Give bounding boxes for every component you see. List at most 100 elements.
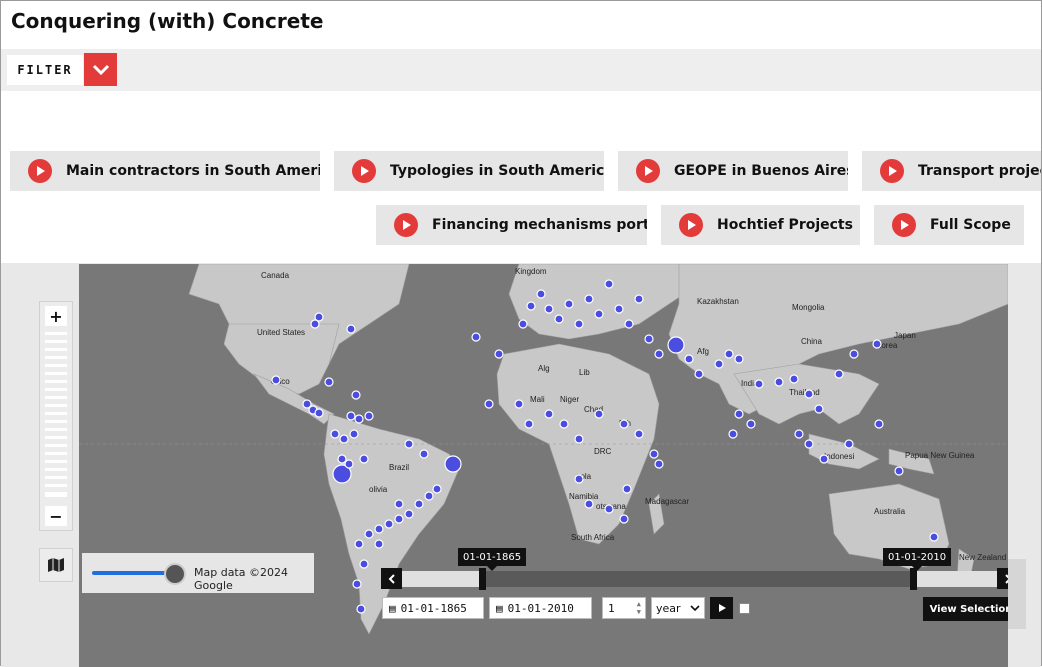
chevron-left-icon bbox=[388, 573, 395, 584]
zoom-level-tick[interactable] bbox=[45, 484, 67, 487]
zoom-level-tick[interactable] bbox=[45, 476, 67, 479]
calendar-icon: ▤ bbox=[496, 601, 503, 615]
filter-toggle-button[interactable] bbox=[84, 53, 117, 86]
zoom-in-button[interactable]: + bbox=[45, 306, 67, 326]
timeline-end-label: 01-01-2010 bbox=[883, 548, 952, 571]
map-label-thailand: Thailand bbox=[789, 388, 820, 397]
end-date-value: 01-01-2010 bbox=[507, 601, 574, 615]
start-date-input[interactable]: ▤ 01-01-1865 bbox=[382, 597, 484, 619]
map-label-madagascar: Madagascar bbox=[645, 497, 689, 506]
spinner-arrows-icon[interactable]: ▲ ▼ bbox=[637, 600, 641, 616]
story-label: GEOPE in Buenos Aires bbox=[674, 163, 848, 179]
zoom-level-tick[interactable] bbox=[45, 356, 67, 359]
play-icon bbox=[636, 159, 660, 183]
map-label-niger: Niger bbox=[560, 395, 579, 404]
step-unit-select[interactable]: year bbox=[651, 597, 705, 619]
step-unit-value: year bbox=[656, 601, 681, 615]
map-label-algeria: Alg bbox=[538, 364, 550, 373]
zoom-level-tick[interactable] bbox=[45, 412, 67, 415]
opacity-slider-track[interactable] bbox=[92, 571, 174, 575]
map-label-south-africa: South Africa bbox=[571, 533, 615, 542]
play-icon bbox=[679, 213, 703, 237]
zoom-level-tick[interactable] bbox=[45, 364, 67, 367]
step-value-input[interactable]: 1 ▲ ▼ bbox=[602, 597, 646, 619]
map-label-afghanistan: Afg bbox=[697, 347, 709, 356]
map-label-drc: DRC bbox=[594, 447, 612, 456]
play-icon bbox=[718, 604, 726, 612]
map-label-kingdom: Kingdom bbox=[515, 267, 547, 276]
story-label: Main contractors in South America bbox=[66, 163, 320, 179]
zoom-level-current[interactable] bbox=[45, 492, 67, 497]
map-label-canada: Canada bbox=[261, 271, 290, 280]
timeline-selected-range[interactable] bbox=[482, 571, 914, 587]
map-icon bbox=[48, 558, 64, 572]
loop-checkbox[interactable] bbox=[739, 603, 750, 614]
zoom-level-tick[interactable] bbox=[45, 380, 67, 383]
story-button-hochtief[interactable]: Hochtief Projects bbox=[661, 205, 860, 245]
map-label-bolivia: olivia bbox=[369, 485, 388, 494]
map-label-brazil: Brazil bbox=[389, 463, 409, 472]
map-layers-button[interactable] bbox=[39, 548, 73, 582]
zoom-level-tick[interactable] bbox=[45, 348, 67, 351]
play-icon bbox=[394, 213, 418, 237]
map-label-kazakhstan: Kazakhstan bbox=[697, 297, 739, 306]
step-value: 1 bbox=[608, 601, 615, 615]
story-button-transport[interactable]: Transport projects bbox=[862, 151, 1041, 191]
zoom-level-tick[interactable] bbox=[45, 444, 67, 447]
zoom-level-tick[interactable] bbox=[45, 420, 67, 423]
map-label-mali: Mali bbox=[530, 395, 545, 404]
chevron-down-icon bbox=[92, 64, 109, 75]
side-panel-edge bbox=[1008, 559, 1026, 629]
zoom-level-tick[interactable] bbox=[45, 452, 67, 455]
map-label-indonesia: Indonesi bbox=[824, 452, 854, 461]
timeline-slider bbox=[381, 568, 1018, 590]
zoom-level-tick[interactable] bbox=[45, 468, 67, 471]
story-label: Transport projects bbox=[918, 163, 1041, 179]
play-icon bbox=[28, 159, 52, 183]
zoom-level-tick[interactable] bbox=[45, 428, 67, 431]
map-label-papua: Papua New Guinea bbox=[905, 451, 975, 460]
map-label-mongolia: Mongolia bbox=[792, 303, 825, 312]
play-icon bbox=[892, 213, 916, 237]
story-button-typologies[interactable]: Typologies in South America bbox=[334, 151, 604, 191]
zoom-level-tick[interactable] bbox=[45, 332, 67, 335]
map-label-new-zealand: New Zealand bbox=[959, 553, 1006, 562]
play-icon bbox=[352, 159, 376, 183]
zoom-level-tick[interactable] bbox=[45, 396, 67, 399]
timeline-prev-button[interactable] bbox=[381, 568, 402, 589]
zoom-out-button[interactable]: − bbox=[45, 506, 67, 526]
zoom-level-tick[interactable] bbox=[45, 388, 67, 391]
story-button-geope[interactable]: GEOPE in Buenos Aires bbox=[618, 151, 848, 191]
map-credit: Map data ©2024 Google bbox=[194, 566, 288, 592]
story-label: Hochtief Projects bbox=[717, 217, 853, 233]
story-button-main-contractors[interactable]: Main contractors in South America bbox=[10, 151, 320, 191]
calendar-icon: ▤ bbox=[389, 601, 396, 615]
story-label: Financing mechanisms ports bbox=[432, 217, 647, 233]
zoom-level-tick[interactable] bbox=[45, 340, 67, 343]
zoom-level-tick[interactable] bbox=[45, 372, 67, 375]
end-date-input[interactable]: ▤ 01-01-2010 bbox=[489, 597, 592, 619]
zoom-control: + − bbox=[39, 301, 73, 531]
story-button-full-scope[interactable]: Full Scope bbox=[874, 205, 1024, 245]
timeline-end-handle[interactable] bbox=[910, 568, 917, 590]
filter-label: FILTER bbox=[7, 55, 83, 85]
timeline-play-button[interactable] bbox=[710, 597, 733, 619]
map-label-libya: Lib bbox=[579, 368, 590, 377]
story-label: Typologies in South America bbox=[390, 163, 604, 179]
filter-bar: FILTER bbox=[1, 49, 1041, 91]
zoom-level-tick[interactable] bbox=[45, 460, 67, 463]
story-button-financing[interactable]: Financing mechanisms ports bbox=[376, 205, 647, 245]
opacity-slider-handle[interactable] bbox=[164, 563, 186, 585]
zoom-level-tick[interactable] bbox=[45, 404, 67, 407]
view-selection-button[interactable]: View Selection bbox=[923, 597, 1019, 621]
zoom-level-tick[interactable] bbox=[45, 436, 67, 439]
page-title: Conquering (with) Concrete bbox=[11, 9, 324, 33]
story-label: Full Scope bbox=[930, 217, 1011, 233]
start-date-value: 01-01-1865 bbox=[400, 601, 467, 615]
map-label-namibia: Namibia bbox=[569, 492, 599, 501]
map-label-japan: Japan bbox=[894, 331, 916, 340]
timeline-start-handle[interactable] bbox=[479, 568, 486, 590]
map-label-united-states: United States bbox=[257, 328, 305, 337]
play-icon bbox=[880, 159, 904, 183]
timeline-start-label: 01-01-1865 bbox=[458, 548, 527, 571]
